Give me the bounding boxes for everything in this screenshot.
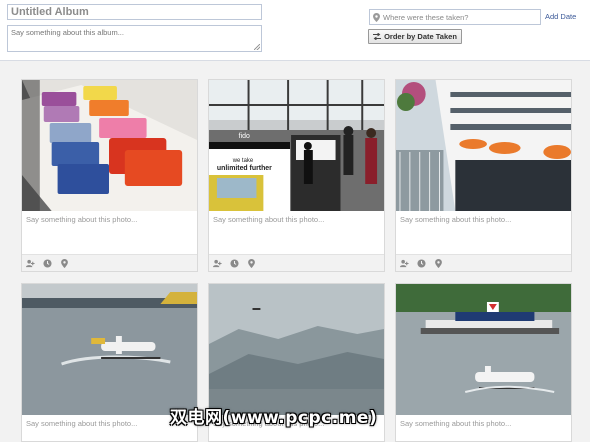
photo-card: Say something about this photo... <box>395 79 572 272</box>
photo-action-bar <box>396 254 571 271</box>
photo-caption-placeholder[interactable]: Say something about this photo... <box>26 215 137 224</box>
photo-seaplane-harbour[interactable] <box>22 284 197 415</box>
add-date-link[interactable]: Add Date <box>545 12 576 21</box>
location-input[interactable]: Where were these taken? <box>369 9 541 25</box>
order-button-label: Order by Date Taken <box>384 32 457 41</box>
photo-card: Say something about this photo... <box>21 79 198 272</box>
photo-action-bar <box>22 254 197 271</box>
photo-fido-store[interactable]: fido we take unlimited further <box>209 80 384 211</box>
date-icon[interactable] <box>43 258 52 268</box>
photo-card: Say something about this photo... <box>395 283 572 442</box>
album-title-input[interactable]: Untitled Album <box>7 4 262 20</box>
location-pin-icon <box>373 12 380 22</box>
watermark-text: 双电网(www.pcpc.me) <box>170 408 378 428</box>
photo-caption-placeholder[interactable]: Say something about this photo... <box>400 419 511 428</box>
tag-person-icon[interactable] <box>213 259 222 268</box>
photo-caption-placeholder[interactable]: Say something about this photo... <box>26 419 137 428</box>
location-placeholder: Where were these taken? <box>383 12 469 22</box>
location-pin-icon[interactable] <box>247 258 256 268</box>
photo-action-bar <box>209 254 384 271</box>
location-pin-icon[interactable] <box>434 258 443 268</box>
photo-grid: Say something about this photo... fido w… <box>0 61 590 442</box>
sort-icon <box>373 33 382 40</box>
photo-caption-placeholder[interactable]: Say something about this photo... <box>213 215 324 224</box>
date-icon[interactable] <box>230 258 239 268</box>
location-pin-icon[interactable] <box>60 258 69 268</box>
fido-slogan-line-1: we take <box>232 158 254 164</box>
resize-grip-icon[interactable] <box>254 44 260 50</box>
photo-chevron-barge[interactable] <box>396 284 571 415</box>
album-description-placeholder: Say something about this album... <box>11 28 124 37</box>
album-header: Untitled Album Say something about this … <box>0 0 590 61</box>
album-description-input[interactable]: Say something about this album... <box>7 25 262 52</box>
photo-tshirts[interactable] <box>22 80 197 211</box>
fido-slogan-line-2: unlimited further <box>217 165 272 172</box>
order-by-date-button[interactable]: Order by Date Taken <box>368 29 462 44</box>
photo-misty-mountains[interactable] <box>209 284 384 415</box>
tag-person-icon[interactable] <box>26 259 35 268</box>
photo-caption-placeholder[interactable]: Say something about this photo... <box>400 215 511 224</box>
tag-person-icon[interactable] <box>400 259 409 268</box>
date-icon[interactable] <box>417 258 426 268</box>
photo-cruise-ship[interactable] <box>396 80 571 211</box>
photo-card: fido we take unlimited further Say somet… <box>208 79 385 272</box>
fido-sign-text: fido <box>239 133 250 140</box>
